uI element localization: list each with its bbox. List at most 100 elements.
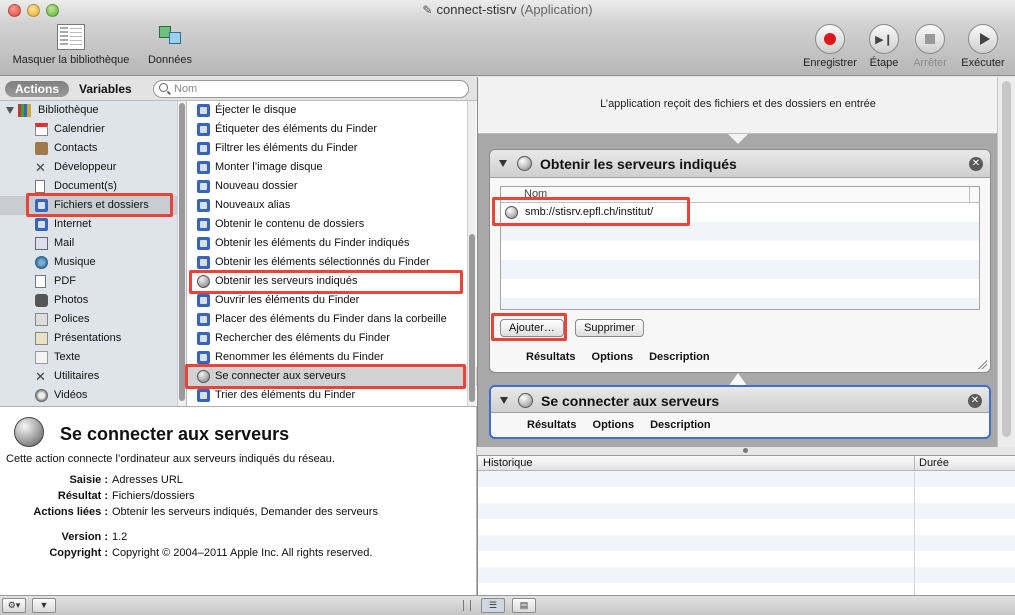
internet-icon (35, 218, 48, 231)
result-label: Résultat : (57, 490, 108, 502)
disclosure-triangle-icon[interactable] (500, 397, 508, 404)
automator-action-icon (197, 161, 210, 174)
card-header[interactable]: Obtenir les serveurs indiqués ✕ (490, 150, 990, 178)
action-item[interactable]: Éjecter le disque (187, 101, 477, 120)
split-handle-icon[interactable] (463, 600, 471, 611)
variables-tab[interactable]: Variables (69, 81, 142, 97)
library-item-music[interactable]: Musique (0, 253, 186, 272)
library-item-utilities[interactable]: ✕ Utilitaires (0, 367, 186, 386)
minimize-window-button[interactable] (27, 4, 40, 17)
action-item[interactable]: Placer des éléments du Finder dans la co… (187, 310, 477, 329)
library-item-files-and-folders[interactable]: Fichiers et dossiers (0, 196, 186, 215)
card-header[interactable]: Se connecter aux serveurs ✕ (491, 387, 989, 413)
action-label: Monter l’image disque (215, 161, 323, 173)
library-root[interactable]: Bibliothèque (0, 101, 186, 120)
action-label: Ouvrir les éléments du Finder (215, 294, 360, 306)
step-button[interactable]: ▶❙ Étape (863, 24, 905, 69)
split-divider-handle[interactable] (743, 448, 748, 453)
duration-column-header[interactable]: Durée (919, 457, 949, 469)
action-item-get-servers[interactable]: Obtenir les serveurs indiqués (187, 272, 477, 291)
library-item-internet[interactable]: Internet (0, 215, 186, 234)
name-column-header[interactable]: Nom (501, 187, 979, 203)
actions-tab[interactable]: Actions (5, 81, 70, 97)
table-row-empty (501, 279, 979, 298)
options-tab[interactable]: Options (592, 351, 634, 369)
stop-button[interactable]: Arrêter (907, 24, 953, 69)
library-scrollbar[interactable] (177, 101, 186, 406)
action-item[interactable]: Monter l’image disque (187, 158, 477, 177)
remove-button[interactable]: Supprimer (575, 319, 644, 337)
action-item-connect-servers[interactable]: Se connecter aux serveurs (187, 367, 477, 386)
automator-action-icon (197, 313, 210, 326)
description-toggle-button[interactable]: ▼ (32, 598, 56, 613)
library-item-pdf[interactable]: PDF (0, 272, 186, 291)
options-tab[interactable]: Options (593, 419, 635, 437)
results-tab[interactable]: Résultats (526, 351, 576, 369)
library-item-mail[interactable]: Mail (0, 234, 186, 253)
library-item-documents[interactable]: Document(s) (0, 177, 186, 196)
globe-icon (14, 417, 44, 447)
close-window-button[interactable] (8, 4, 21, 17)
action-card-get-servers[interactable]: Obtenir les serveurs indiqués ✕ Nom smb:… (489, 149, 991, 373)
table-row-empty (501, 260, 979, 279)
data-button[interactable]: Données (142, 24, 198, 66)
description-tab[interactable]: Description (650, 419, 711, 437)
action-item[interactable]: Nouveaux alias (187, 196, 477, 215)
action-item[interactable]: Ouvrir les éléments du Finder (187, 291, 477, 310)
workflow-scroll-thumb[interactable] (1002, 81, 1011, 437)
search-input[interactable]: Nom (153, 80, 469, 98)
actions-scroll-thumb[interactable] (469, 234, 475, 402)
add-button[interactable]: Ajouter… (500, 319, 564, 337)
library-item-contacts[interactable]: Contacts (0, 139, 186, 158)
actions-scrollbar[interactable] (467, 101, 476, 406)
list-view-button[interactable]: ☰ (481, 598, 505, 613)
library-item-text[interactable]: Texte (0, 348, 186, 367)
library-scroll-thumb[interactable] (179, 103, 185, 401)
action-item[interactable]: Obtenir les éléments du Finder indiqués (187, 234, 477, 253)
action-item[interactable]: Étiqueter des éléments du Finder (187, 120, 477, 139)
library-item-presentations[interactable]: Présentations (0, 329, 186, 348)
run-button[interactable]: Exécuter (956, 24, 1010, 69)
library-item-photos[interactable]: Photos (0, 291, 186, 310)
table-row[interactable]: smb://stisrv.epfl.ch/institut/ (501, 203, 979, 222)
action-item[interactable]: Obtenir les éléments sélectionnés du Fin… (187, 253, 477, 272)
resize-grip-icon[interactable] (977, 359, 987, 369)
workflow-input-header: L’application reçoit des fichiers et des… (478, 77, 998, 134)
action-item[interactable]: Trier des éléments du Finder (187, 386, 477, 405)
results-tab[interactable]: Résultats (527, 419, 577, 437)
history-column-header[interactable]: Historique (483, 457, 533, 469)
zoom-window-button[interactable] (46, 4, 59, 17)
description-tab[interactable]: Description (649, 351, 710, 369)
record-icon (815, 24, 845, 54)
disclosure-triangle-icon[interactable] (6, 107, 14, 114)
library-item-fonts[interactable]: Polices (0, 310, 186, 329)
action-item[interactable]: Renommer les éléments du Finder (187, 348, 477, 367)
workflow-scrollbar[interactable] (997, 77, 1015, 447)
library-item-videos[interactable]: Vidéos (0, 386, 186, 405)
close-icon[interactable]: ✕ (968, 394, 982, 408)
workflow-view-button[interactable]: ▤ (512, 598, 536, 613)
action-item[interactable]: Filtrer les éléments du Finder (187, 139, 477, 158)
library-item-label: PDF (54, 275, 76, 287)
hide-library-button[interactable]: Masquer la bibliothèque (6, 24, 136, 66)
window-title: connect-stisrv (436, 2, 517, 17)
library-item-developer[interactable]: ✕ Développeur (0, 158, 186, 177)
name-column-label: Nom (524, 188, 548, 200)
log-row (478, 487, 1015, 503)
document-icon (35, 180, 45, 193)
server-url-value[interactable]: smb://stisrv.epfl.ch/institut/ (525, 206, 653, 218)
record-button[interactable]: Enregistrer (798, 24, 862, 69)
action-card-connect-servers[interactable]: Se connecter aux serveurs ✕ Résultats Op… (489, 385, 991, 439)
disclosure-triangle-icon[interactable] (499, 160, 507, 167)
automator-action-icon (197, 332, 210, 345)
library-root-label: Bibliothèque (38, 104, 99, 116)
close-icon[interactable]: ✕ (969, 157, 983, 171)
log-header: Historique Durée (478, 456, 1015, 471)
server-url-table[interactable]: Nom smb://stisrv.epfl.ch/institut/ (500, 186, 980, 310)
action-item[interactable]: Obtenir le contenu de dossiers (187, 215, 477, 234)
gear-menu-button[interactable]: ⚙▾ (2, 598, 26, 613)
library-item-calendar[interactable]: Calendrier (0, 120, 186, 139)
action-item[interactable]: Nouveau dossier (187, 177, 477, 196)
action-item[interactable]: Rechercher des éléments du Finder (187, 329, 477, 348)
contacts-icon (35, 142, 48, 155)
